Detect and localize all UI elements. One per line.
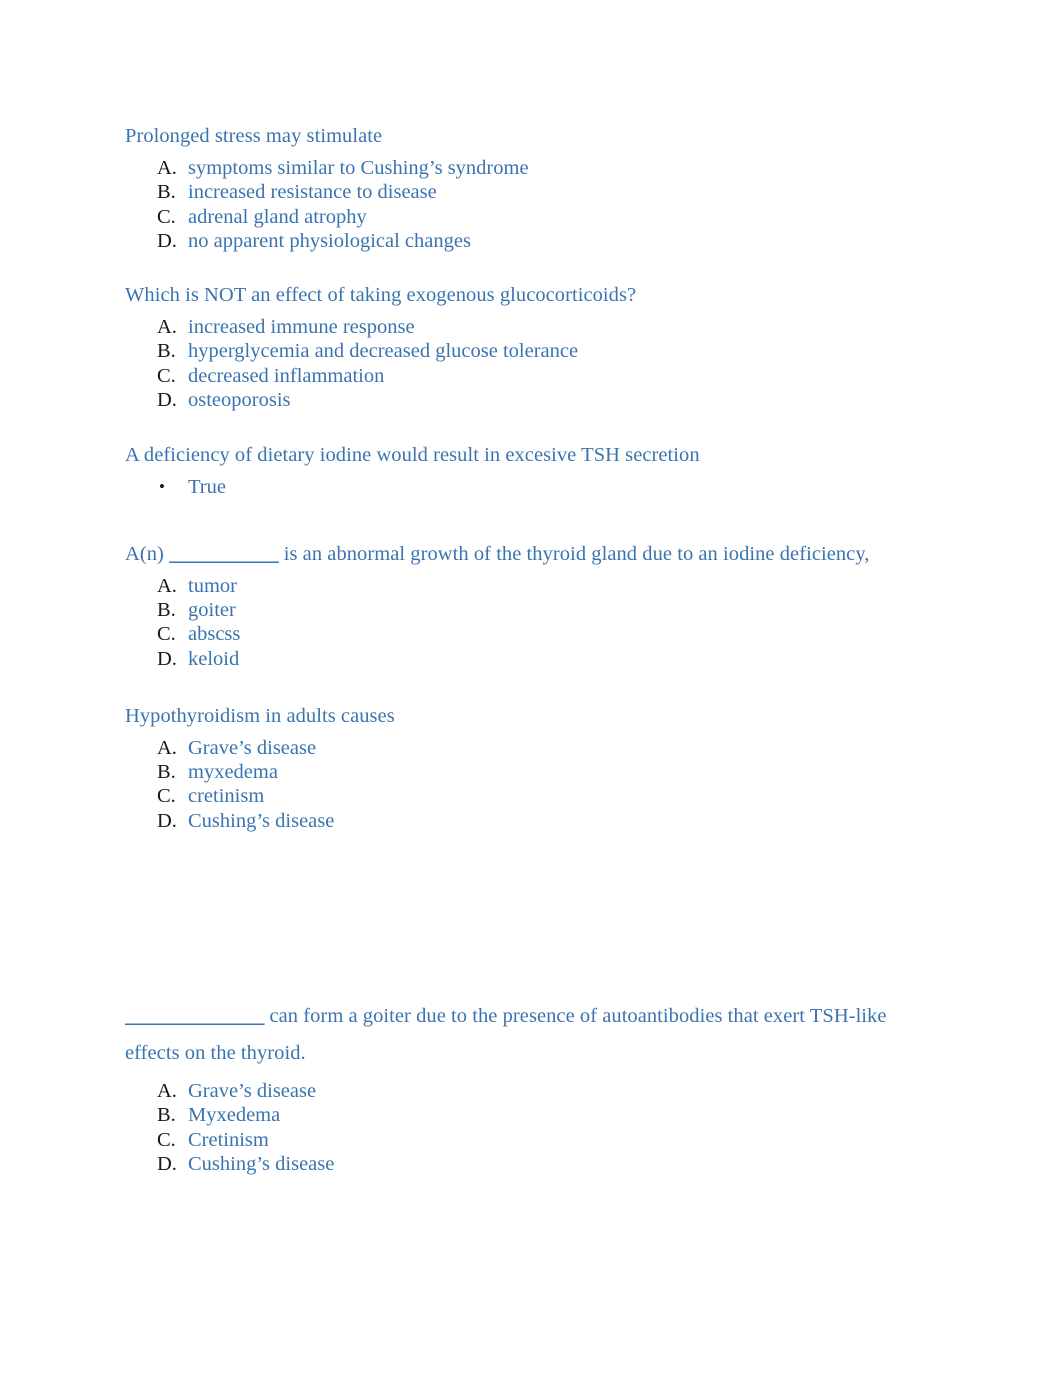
question-block-4: A(n) ___________ is an abnormal growth o… xyxy=(125,542,915,671)
list-item[interactable]: A. symptoms similar to Cushing’s syndrom… xyxy=(125,156,915,180)
option-marker: C. xyxy=(157,364,176,387)
question-block-3: A deficiency of dietary iodine would res… xyxy=(125,443,915,499)
list-item[interactable]: D. Cushing’s disease xyxy=(125,809,915,833)
option-label: Grave’s disease xyxy=(188,736,317,759)
option-label: keloid xyxy=(188,647,240,670)
list-item[interactable]: A. tumor xyxy=(125,574,915,598)
option-list-6: A. Grave’s disease B. Myxedema C. Cretin… xyxy=(125,1079,915,1176)
question-prompt-3: A deficiency of dietary iodine would res… xyxy=(125,444,700,467)
list-item[interactable]: • True xyxy=(125,475,915,499)
option-marker: B. xyxy=(157,598,176,621)
option-marker: C. xyxy=(157,785,176,808)
option-label: increased resistance to disease xyxy=(188,181,437,204)
option-label: Cushing’s disease xyxy=(188,1152,335,1175)
option-label: goiter xyxy=(188,598,236,621)
option-label: abscss xyxy=(188,623,241,646)
option-marker: A. xyxy=(157,574,177,597)
list-item[interactable]: C. Cretinism xyxy=(125,1128,915,1152)
question-prompt-6: ______________ can form a goiter due to … xyxy=(125,998,915,1072)
list-item[interactable]: C. adrenal gland atrophy xyxy=(125,205,915,229)
option-label: Cushing’s disease xyxy=(188,809,335,832)
option-label: increased immune response xyxy=(188,316,415,339)
option-label: hyperglycemia and decreased glucose tole… xyxy=(188,340,579,363)
question-prompt-2: Which is NOT an effect of taking exogeno… xyxy=(125,284,637,307)
option-list-5: A. Grave’s disease B. myxedema C. cretin… xyxy=(125,736,915,833)
list-item[interactable]: D. no apparent physiological changes xyxy=(125,229,915,253)
option-marker: D. xyxy=(157,389,177,412)
list-item[interactable]: A. increased immune response xyxy=(125,315,915,339)
option-marker: A. xyxy=(157,157,177,179)
fill-in-blank[interactable]: ___________ xyxy=(169,543,279,565)
list-item[interactable]: A. Grave’s disease xyxy=(125,1079,915,1103)
option-marker: D. xyxy=(157,647,177,670)
option-label: True xyxy=(188,476,226,499)
option-marker: B. xyxy=(157,340,176,363)
option-label: osteoporosis xyxy=(188,389,291,412)
prompt-prefix: A(n) xyxy=(125,542,170,565)
empty-paragraph-spacer xyxy=(125,833,915,998)
option-marker: D. xyxy=(157,809,177,832)
fill-in-blank[interactable]: ______________ xyxy=(125,1005,265,1027)
prompt-suffix: is an abnormal growth of the thyroid gla… xyxy=(278,542,870,565)
option-list-3: • True xyxy=(125,475,915,499)
option-marker: C. xyxy=(157,623,176,646)
list-item[interactable]: C. cretinism xyxy=(125,784,915,808)
list-item[interactable]: B. myxedema xyxy=(125,760,915,784)
list-item[interactable]: A. Grave’s disease xyxy=(125,736,915,760)
option-marker: D. xyxy=(157,1152,177,1175)
option-label: myxedema xyxy=(188,761,278,784)
option-marker: A. xyxy=(157,1080,177,1103)
option-label: Cretinism xyxy=(188,1128,269,1151)
list-item[interactable]: C. abscss xyxy=(125,622,915,646)
option-label: tumor xyxy=(188,574,237,597)
option-label: cretinism xyxy=(188,785,265,808)
document-page: Prolonged stress may stimulate A. sympto… xyxy=(0,0,1062,1377)
question-block-2: Which is NOT an effect of taking exogeno… xyxy=(125,283,915,412)
list-item[interactable]: B. increased resistance to disease xyxy=(125,180,915,204)
question-block-5: Hypothyroidism in adults causes A. Grave… xyxy=(125,704,915,833)
list-item[interactable]: C. decreased inflammation xyxy=(125,364,915,388)
option-marker: C. xyxy=(157,205,176,228)
bullet-icon: • xyxy=(159,477,165,497)
list-item[interactable]: B. goiter xyxy=(125,598,915,622)
question-block-1: Prolonged stress may stimulate A. sympto… xyxy=(125,124,915,253)
option-marker: D. xyxy=(157,229,177,252)
option-list-2: A. increased immune response B. hypergly… xyxy=(125,315,915,412)
list-item[interactable]: D. osteoporosis xyxy=(125,388,915,412)
question-block-6: ______________ can form a goiter due to … xyxy=(125,998,915,1176)
option-label: symptoms similar to Cushing’s syndrome xyxy=(188,157,529,179)
option-marker: A. xyxy=(157,736,177,759)
option-label: decreased inflammation xyxy=(188,364,385,387)
option-list-1: A. symptoms similar to Cushing’s syndrom… xyxy=(125,156,915,253)
document-content: Prolonged stress may stimulate A. sympto… xyxy=(125,124,915,1176)
option-marker: B. xyxy=(157,1104,176,1127)
question-prompt-5: Hypothyroidism in adults causes xyxy=(125,704,395,727)
question-prompt-4: A(n) ___________ is an abnormal growth o… xyxy=(125,542,915,567)
option-marker: B. xyxy=(157,761,176,784)
list-item[interactable]: B. hyperglycemia and decreased glucose t… xyxy=(125,339,915,363)
list-item[interactable]: B. Myxedema xyxy=(125,1103,915,1127)
option-label: no apparent physiological changes xyxy=(188,229,471,252)
option-marker: B. xyxy=(157,181,176,204)
option-label: Myxedema xyxy=(188,1104,281,1127)
list-item[interactable]: D. Cushing’s disease xyxy=(125,1152,915,1176)
option-marker: C. xyxy=(157,1128,176,1151)
option-label: Grave’s disease xyxy=(188,1080,317,1103)
list-item[interactable]: D. keloid xyxy=(125,647,915,671)
option-list-4: A. tumor B. goiter C. abscss D. keloid xyxy=(125,574,915,671)
question-prompt-1: Prolonged stress may stimulate xyxy=(125,125,383,147)
option-marker: A. xyxy=(157,316,177,339)
option-label: adrenal gland atrophy xyxy=(188,205,367,228)
